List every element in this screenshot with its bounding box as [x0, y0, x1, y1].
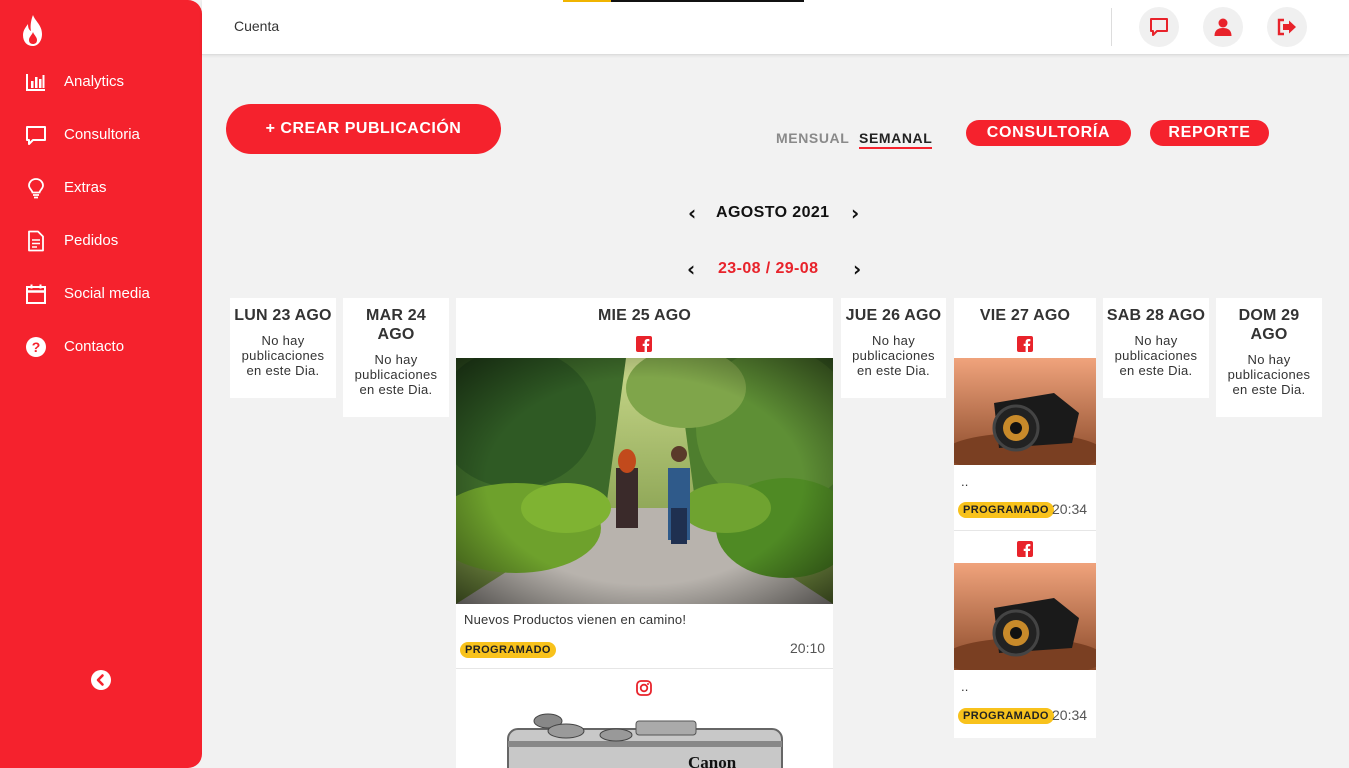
day-title: MAR 24 AGO [366, 307, 426, 343]
day-column-tue: MAR 24 AGO No hay publicaciones en este … [343, 298, 449, 417]
loading-bar-accent [563, 0, 611, 2]
message-icon [1150, 18, 1168, 36]
post-card[interactable]: Canon [456, 669, 833, 768]
facebook-icon [1017, 336, 1033, 352]
post-card[interactable]: .. PROGRAMADO 20:34 [954, 330, 1096, 530]
topbar-divider [1111, 8, 1112, 46]
post-caption: .. [961, 679, 969, 694]
post-card[interactable]: Nuevos Productos vienen en camino! PROGR… [456, 330, 833, 668]
sidebar: Analytics Consultoria Extras Pedidos Soc… [0, 0, 202, 768]
sidebar-item-analytics[interactable]: Analytics [0, 61, 202, 101]
day-title: SAB 28 AGO [1106, 307, 1206, 324]
post-time: 20:34 [1052, 501, 1088, 517]
top-bar: Cuenta [202, 0, 1349, 55]
messages-button[interactable] [1139, 7, 1179, 47]
post-card[interactable]: .. PROGRAMADO 20:34 [954, 531, 1096, 738]
day-empty-text: No hay publicaciones en este Dia. [1114, 333, 1198, 378]
day-empty-text: No hay publicaciones en este Dia. [1227, 352, 1311, 397]
post-time: 20:34 [1052, 707, 1088, 723]
post-caption: .. [961, 474, 969, 489]
sidebar-item-extras[interactable]: Extras [0, 167, 202, 207]
day-column-sat: SAB 28 AGO No hay publicaciones en este … [1103, 298, 1209, 398]
day-empty-text: No hay publicaciones en este Dia. [241, 333, 325, 378]
day-title: MIE 25 AGO [598, 307, 691, 324]
sidebar-item-label: Extras [64, 179, 107, 196]
day-column-mon: LUN 23 AGO No hay publicaciones en este … [230, 298, 336, 398]
sidebar-item-social-media[interactable]: Social media [0, 273, 202, 313]
post-image[interactable] [954, 358, 1096, 465]
svg-text:?: ? [32, 339, 41, 355]
sidebar-item-label: Social media [64, 285, 150, 302]
camera-photo [954, 563, 1096, 670]
month-label: AGOSTO 2021 [716, 204, 830, 221]
status-badge: PROGRAMADO [958, 708, 1054, 724]
camera-photo: Canon [456, 707, 833, 768]
create-post-button[interactable]: + CREAR PUBLICACIÓN [226, 104, 501, 154]
post-image[interactable] [456, 358, 833, 604]
next-month-icon[interactable]: › [851, 203, 859, 223]
reporte-button[interactable]: REPORTE [1150, 120, 1269, 146]
day-title: DOM 29 AGO [1238, 307, 1300, 343]
consultoria-button[interactable]: CONSULTORÍA [966, 120, 1131, 146]
view-monthly-tab[interactable]: MENSUAL [776, 130, 849, 146]
post-image[interactable]: Canon [456, 707, 833, 768]
help-icon: ? [26, 337, 46, 357]
logout-icon [1277, 18, 1296, 36]
calendar-icon [26, 284, 46, 304]
flame-logo-icon[interactable] [20, 14, 46, 48]
week-label: 23-08 / 29-08 [718, 260, 819, 277]
sidebar-item-contacto[interactable]: ? Contacto [0, 326, 202, 366]
profile-button[interactable] [1203, 7, 1243, 47]
day-empty-text: No hay publicaciones en este Dia. [354, 352, 438, 397]
breadcrumb[interactable]: Cuenta [234, 18, 279, 34]
day-column-thu: JUE 26 AGO No hay publicaciones en este … [841, 298, 946, 398]
sidebar-item-label: Consultoria [64, 126, 140, 143]
status-badge: PROGRAMADO [958, 502, 1054, 518]
lightbulb-icon [28, 178, 44, 199]
facebook-icon [636, 336, 652, 352]
svg-text:Canon: Canon [688, 753, 737, 768]
day-title: JUE 26 AGO [845, 307, 942, 324]
prev-week-icon[interactable]: ‹ [687, 259, 695, 279]
instagram-icon [636, 680, 652, 696]
logout-button[interactable] [1267, 7, 1307, 47]
post-image[interactable] [954, 563, 1096, 670]
prev-month-icon[interactable]: ‹ [688, 203, 696, 223]
day-empty-text: No hay publicaciones en este Dia. [852, 333, 935, 378]
sidebar-item-pedidos[interactable]: Pedidos [0, 220, 202, 260]
sidebar-item-label: Pedidos [64, 232, 119, 249]
day-column-sun: DOM 29 AGO No hay publicaciones en este … [1216, 298, 1322, 417]
status-badge: PROGRAMADO [460, 642, 556, 658]
sidebar-item-label: Contacto [64, 338, 125, 355]
day-title: VIE 27 AGO [979, 307, 1071, 324]
sidebar-item-label: Analytics [64, 73, 125, 90]
chat-icon [26, 126, 46, 145]
user-icon [1214, 18, 1232, 36]
view-weekly-tab[interactable]: SEMANAL [859, 130, 933, 149]
sidebar-item-consultoria[interactable]: Consultoria [0, 114, 202, 154]
park-photo [456, 358, 833, 604]
day-title: LUN 23 AGO [234, 307, 332, 324]
post-caption: Nuevos Productos vienen en camino! [464, 612, 687, 627]
next-week-icon[interactable]: › [853, 259, 861, 279]
post-time: 20:10 [790, 640, 826, 656]
camera-photo [954, 358, 1096, 465]
document-icon [28, 230, 44, 252]
facebook-icon [1017, 541, 1033, 557]
bar-chart-icon [26, 74, 45, 91]
chevron-left-circle-icon[interactable] [91, 670, 111, 690]
